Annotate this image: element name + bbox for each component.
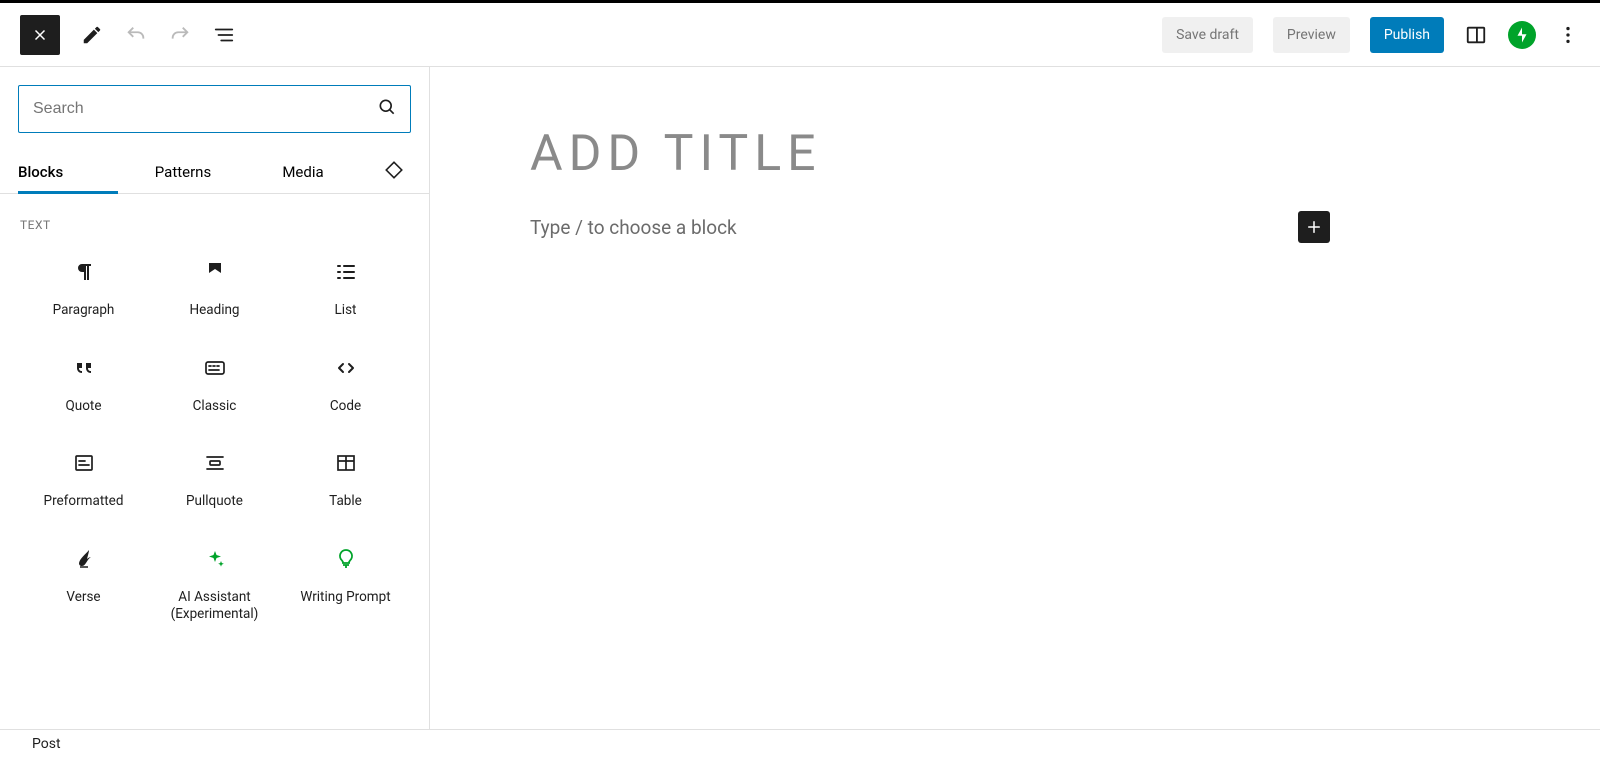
redo-icon: [169, 24, 191, 46]
block-grid: Paragraph Heading List Quote Classic Cod…: [18, 240, 411, 640]
close-inserter-button[interactable]: [20, 15, 60, 55]
block-code[interactable]: Code: [280, 336, 411, 432]
block-label: Preformatted: [44, 493, 124, 511]
top-toolbar: Save draft Preview Publish: [0, 3, 1600, 67]
tab-media[interactable]: Media: [248, 151, 358, 193]
kebab-icon: [1557, 24, 1579, 46]
post-title-input[interactable]: Add title: [530, 125, 1500, 183]
block-verse[interactable]: Verse: [18, 527, 149, 640]
block-list[interactable]: List: [280, 240, 411, 336]
block-classic[interactable]: Classic: [149, 336, 280, 432]
list-view-icon: [213, 24, 235, 46]
block-heading[interactable]: Heading: [149, 240, 280, 336]
breadcrumb[interactable]: Post: [0, 729, 1600, 759]
tab-blocks[interactable]: Blocks: [18, 151, 118, 193]
sidebar-icon: [1465, 24, 1487, 46]
editor-canvas: Add title Type / to choose a block: [430, 67, 1600, 729]
close-icon: [31, 26, 49, 44]
block-label: Verse: [66, 589, 100, 607]
verse-icon: [72, 547, 96, 571]
breadcrumb-label: Post: [32, 736, 61, 752]
pencil-icon: [81, 24, 103, 46]
block-label: Table: [329, 493, 362, 511]
block-label: Pullquote: [186, 493, 243, 511]
block-label: AI Assistant (Experimental): [153, 589, 276, 624]
chevron-double-icon: [383, 159, 405, 181]
block-label: Code: [330, 398, 361, 416]
pullquote-icon: [203, 451, 227, 475]
block-label: Heading: [189, 302, 239, 320]
add-block-button[interactable]: [1298, 211, 1330, 243]
block-label: Classic: [193, 398, 237, 416]
search-icon: [377, 97, 397, 121]
block-label: Paragraph: [53, 302, 115, 320]
undo-icon: [125, 24, 147, 46]
block-writing-prompt[interactable]: Writing Prompt: [280, 527, 411, 640]
heading-icon: [203, 260, 227, 284]
table-icon: [334, 451, 358, 475]
block-ai-assistant[interactable]: AI Assistant (Experimental): [149, 527, 280, 640]
block-paragraph[interactable]: Paragraph: [18, 240, 149, 336]
more-options-button[interactable]: [1556, 23, 1580, 47]
preview-button[interactable]: Preview: [1273, 17, 1350, 53]
jetpack-button[interactable]: [1508, 21, 1536, 49]
post-body-placeholder[interactable]: Type / to choose a block: [530, 216, 737, 239]
category-label-text: TEXT: [20, 218, 409, 232]
pattern-explorer-button[interactable]: [383, 159, 429, 185]
preformatted-icon: [72, 451, 96, 475]
edit-tool-button[interactable]: [80, 23, 104, 47]
block-label: List: [335, 302, 357, 320]
block-label: Writing Prompt: [300, 589, 390, 607]
save-draft-button[interactable]: Save draft: [1162, 17, 1253, 53]
search-input[interactable]: [18, 85, 411, 133]
classic-icon: [203, 356, 227, 380]
redo-button[interactable]: [168, 23, 192, 47]
plus-icon: [1305, 218, 1323, 236]
list-icon: [334, 260, 358, 284]
tab-patterns[interactable]: Patterns: [118, 151, 248, 193]
block-preformatted[interactable]: Preformatted: [18, 431, 149, 527]
paragraph-icon: [72, 260, 96, 284]
settings-sidebar-button[interactable]: [1464, 23, 1488, 47]
writing-prompt-icon: [334, 547, 358, 571]
code-icon: [334, 356, 358, 380]
block-quote[interactable]: Quote: [18, 336, 149, 432]
block-inserter-panel: Blocks Patterns Media TEXT Paragraph Hea…: [0, 67, 430, 729]
jetpack-icon: [1513, 26, 1531, 44]
undo-button[interactable]: [124, 23, 148, 47]
quote-icon: [72, 356, 96, 380]
document-overview-button[interactable]: [212, 23, 236, 47]
block-table[interactable]: Table: [280, 431, 411, 527]
publish-button[interactable]: Publish: [1370, 17, 1444, 53]
ai-assistant-icon: [203, 547, 227, 571]
block-pullquote[interactable]: Pullquote: [149, 431, 280, 527]
block-label: Quote: [65, 398, 101, 416]
